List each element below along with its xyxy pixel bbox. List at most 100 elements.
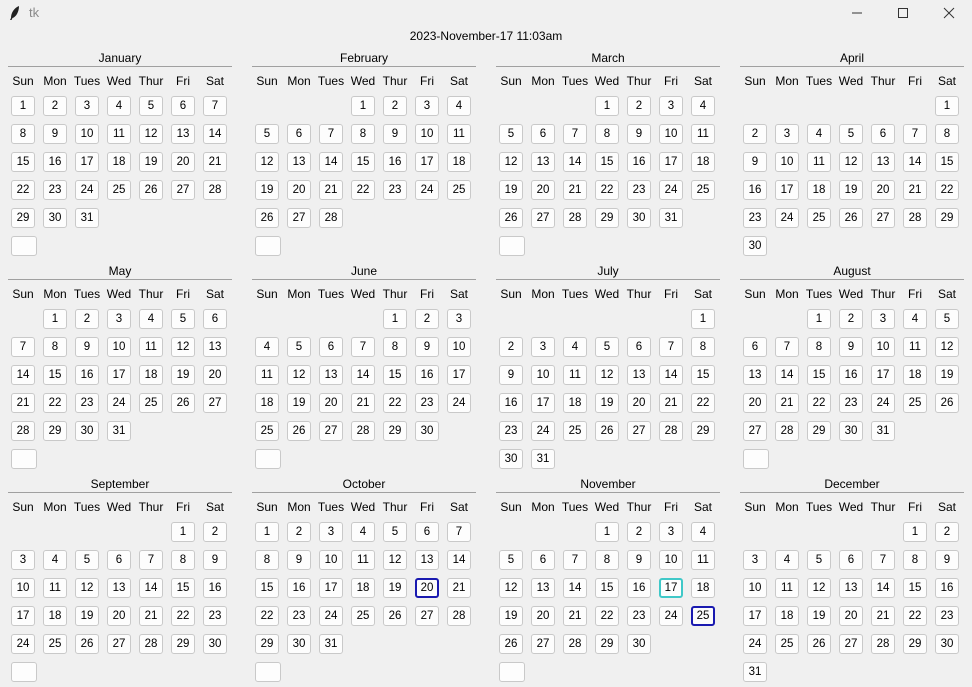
day-button[interactable]: 9 [383,124,407,144]
day-button[interactable]: 29 [903,634,927,654]
day-button[interactable]: 19 [935,365,959,385]
day-button[interactable]: 29 [595,208,619,228]
day-button[interactable]: 16 [203,578,227,598]
day-button[interactable]: 22 [255,606,279,626]
day-button[interactable]: 12 [595,365,619,385]
day-button[interactable]: 11 [691,550,715,570]
day-button[interactable]: 19 [499,180,523,200]
day-button[interactable]: 10 [75,124,99,144]
day-button[interactable]: 28 [203,180,227,200]
day-button[interactable]: 19 [499,606,523,626]
day-button[interactable]: 29 [807,421,831,441]
day-button[interactable]: 4 [807,124,831,144]
day-button[interactable]: 26 [287,421,311,441]
day-button[interactable]: 19 [139,152,163,172]
day-button[interactable]: 7 [775,337,799,357]
day-button[interactable]: 16 [743,180,767,200]
day-button[interactable]: 28 [447,606,471,626]
day-button[interactable]: 11 [351,550,375,570]
day-button[interactable]: 1 [691,309,715,329]
day-button[interactable]: 3 [107,309,131,329]
day-button[interactable]: 30 [935,634,959,654]
day-button[interactable]: 8 [171,550,195,570]
day-button[interactable]: 12 [383,550,407,570]
day-button[interactable]: 5 [839,124,863,144]
day-button[interactable]: 11 [563,365,587,385]
day-button[interactable]: 22 [595,606,619,626]
day-button[interactable]: 14 [903,152,927,172]
day-button[interactable]: 24 [75,180,99,200]
day-button[interactable]: 15 [171,578,195,598]
day-button[interactable]: 2 [627,522,651,542]
day-button[interactable]: 1 [351,96,375,116]
day-button[interactable]: 3 [659,522,683,542]
day-button[interactable]: 17 [11,606,35,626]
day-button[interactable]: 11 [107,124,131,144]
day-button[interactable]: 6 [171,96,195,116]
day-button[interactable]: 19 [171,365,195,385]
day-button[interactable]: 22 [595,180,619,200]
day-button[interactable]: 28 [351,421,375,441]
day-button[interactable]: 31 [743,662,767,682]
day-button[interactable]: 28 [903,208,927,228]
day-button[interactable]: 25 [691,606,715,626]
day-button[interactable]: 8 [11,124,35,144]
day-button[interactable]: 24 [319,606,343,626]
day-button[interactable]: 21 [563,180,587,200]
day-button[interactable]: 28 [659,421,683,441]
day-button[interactable]: 22 [43,393,67,413]
day-button[interactable]: 2 [935,522,959,542]
day-button[interactable]: 27 [531,208,555,228]
day-button[interactable]: 19 [595,393,619,413]
day-button[interactable]: 15 [351,152,375,172]
day-button[interactable]: 24 [415,180,439,200]
day-button[interactable]: 25 [691,180,715,200]
day-button[interactable]: 21 [139,606,163,626]
day-button[interactable]: 7 [903,124,927,144]
day-button[interactable]: 31 [319,634,343,654]
day-button[interactable]: 27 [107,634,131,654]
day-button[interactable]: 14 [203,124,227,144]
day-button[interactable]: 17 [659,578,683,598]
day-button[interactable]: 22 [935,180,959,200]
day-button[interactable]: 17 [319,578,343,598]
day-button[interactable]: 13 [627,365,651,385]
day-button[interactable]: 1 [383,309,407,329]
day-button[interactable]: 20 [203,365,227,385]
day-button[interactable]: 21 [775,393,799,413]
day-button[interactable]: 14 [447,550,471,570]
day-button[interactable]: 11 [807,152,831,172]
day-button[interactable]: 15 [595,152,619,172]
day-button[interactable]: 5 [595,337,619,357]
day-button[interactable]: 10 [659,124,683,144]
day-button[interactable]: 2 [415,309,439,329]
day-button[interactable]: 23 [935,606,959,626]
day-button[interactable]: 27 [319,421,343,441]
day-button[interactable]: 5 [139,96,163,116]
day-button[interactable]: 24 [107,393,131,413]
day-button[interactable]: 14 [319,152,343,172]
day-button[interactable]: 15 [595,578,619,598]
minimize-button[interactable] [834,0,880,26]
day-button[interactable]: 20 [531,180,555,200]
day-button[interactable]: 9 [839,337,863,357]
empty-day-button[interactable] [255,236,281,256]
day-button[interactable]: 11 [447,124,471,144]
day-button[interactable]: 13 [107,578,131,598]
day-button[interactable]: 21 [319,180,343,200]
day-button[interactable]: 11 [43,578,67,598]
day-button[interactable]: 10 [743,578,767,598]
day-button[interactable]: 1 [43,309,67,329]
day-button[interactable]: 24 [11,634,35,654]
day-button[interactable]: 20 [287,180,311,200]
day-button[interactable]: 9 [203,550,227,570]
day-button[interactable]: 26 [75,634,99,654]
day-button[interactable]: 1 [595,522,619,542]
day-button[interactable]: 29 [11,208,35,228]
day-button[interactable]: 25 [775,634,799,654]
day-button[interactable]: 17 [447,365,471,385]
day-button[interactable]: 6 [531,124,555,144]
day-button[interactable]: 14 [563,578,587,598]
day-button[interactable]: 26 [139,180,163,200]
day-button[interactable]: 25 [139,393,163,413]
